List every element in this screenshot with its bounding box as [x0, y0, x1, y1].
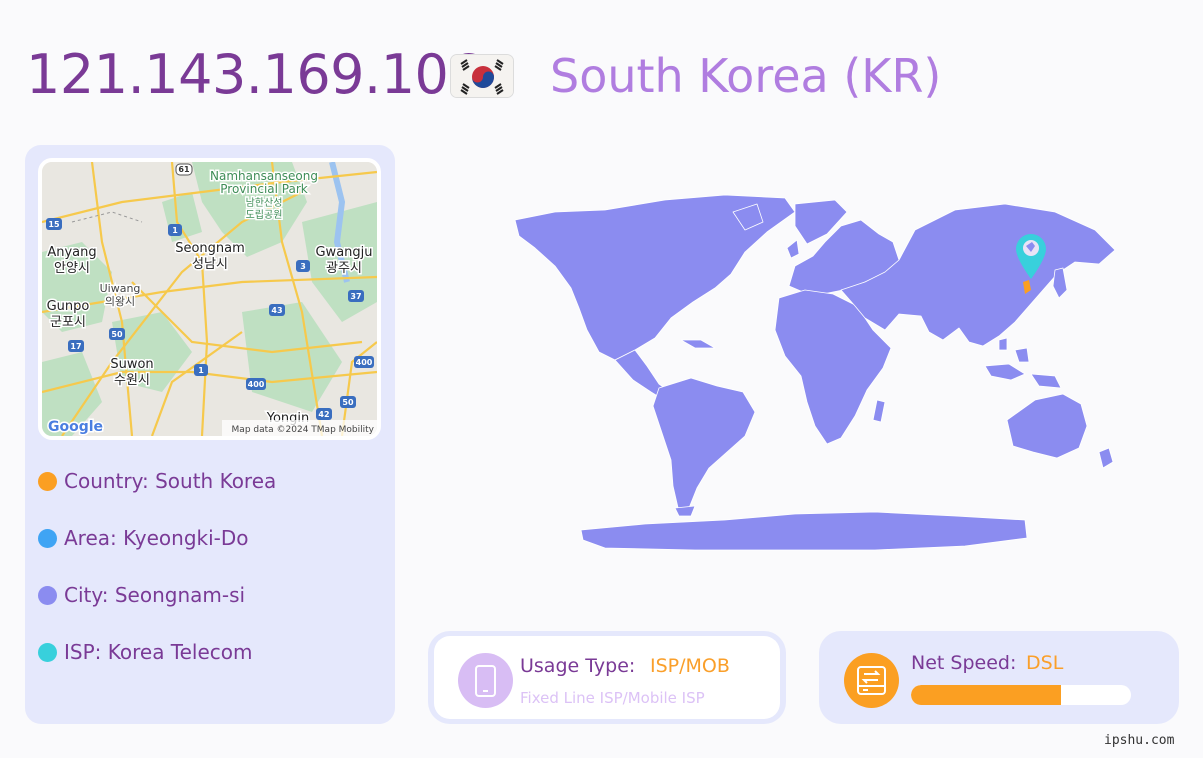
shield-400a: 400 [356, 358, 373, 367]
shield-50a: 50 [111, 330, 123, 339]
park-label-ko-2: 도립공원 [246, 208, 283, 221]
gwangju-label-ko: 광주시 [326, 261, 362, 276]
net-speed-value: DSL [1026, 652, 1064, 674]
location-minimap[interactable]: 61 15 1 3 37 43 50 17 1 400 400 50 42 Na… [38, 158, 381, 440]
shield-43: 43 [271, 306, 282, 315]
net-speed-bar [911, 685, 1131, 705]
country-text: Country: South Korea [64, 469, 277, 493]
usage-type-description: Fixed Line ISP/Mobile ISP [520, 689, 705, 707]
world-map [495, 190, 1145, 555]
map-attribution: Map data ©2024 TMap Mobility [232, 425, 375, 435]
park-label: Namhansanseong [210, 169, 318, 183]
uiwang-label: Uiwang [100, 282, 141, 295]
park-label-ko: 남한산성 [246, 197, 283, 209]
isp-dot-icon [38, 642, 57, 662]
uiwang-label-ko: 의왕시 [105, 295, 135, 308]
gwangju-label: Gwangju [315, 245, 372, 260]
net-speed-label: Net Speed: [911, 652, 1017, 674]
gunpo-label-ko: 군포시 [50, 315, 86, 330]
suwon-label: Suwon [110, 357, 153, 372]
park-label-2: Provincial Park [220, 182, 307, 196]
usage-type-card: Usage Type: ISP/MOB Fixed Line ISP/Mobil… [428, 631, 786, 724]
google-logo: Google [48, 419, 103, 435]
site-watermark: ipshu.com [1104, 733, 1175, 748]
suwon-label-ko: 수원시 [114, 373, 150, 388]
location-panel: 61 15 1 3 37 43 50 17 1 400 400 50 42 Na… [25, 145, 395, 724]
country-title: South Korea (KR) [550, 49, 942, 103]
city-dot-icon [38, 585, 57, 605]
shield-17: 17 [70, 342, 81, 351]
info-city: City: Seongnam-si [38, 582, 245, 608]
shield-1a: 1 [172, 226, 178, 235]
mobile-phone-icon [458, 653, 513, 708]
shield-50b: 50 [342, 398, 354, 407]
anyang-label: Anyang [47, 245, 96, 260]
area-dot-icon [38, 528, 57, 548]
seongnam-label: Seongnam [175, 241, 245, 256]
area-text: Area: Kyeongki-Do [64, 526, 249, 550]
shield-42: 42 [318, 410, 329, 419]
info-isp: ISP: Korea Telecom [38, 639, 253, 665]
network-drive-icon [844, 653, 899, 708]
shield-37: 37 [350, 292, 361, 301]
net-speed-card: Net Speed: DSL [819, 631, 1179, 724]
net-speed-bar-fill [911, 685, 1061, 705]
city-text: City: Seongnam-si [64, 583, 246, 607]
shield-400b: 400 [248, 380, 265, 389]
south-korea-flag-icon [450, 54, 514, 98]
shield-3: 3 [300, 262, 306, 271]
usage-type-value: ISP/MOB [650, 655, 730, 677]
usage-type-inner: Usage Type: ISP/MOB Fixed Line ISP/Mobil… [434, 636, 780, 719]
seongnam-label-ko: 성남시 [192, 257, 228, 272]
usage-type-label: Usage Type: [520, 655, 636, 677]
gunpo-label: Gunpo [47, 299, 90, 314]
shield-15: 15 [48, 220, 60, 229]
shield-1b: 1 [198, 366, 204, 375]
isp-text: ISP: Korea Telecom [64, 640, 253, 664]
info-country: Country: South Korea [38, 468, 276, 494]
shield-61: 61 [178, 165, 190, 174]
ip-address: 121.143.169.106 [26, 43, 483, 106]
info-area: Area: Kyeongki-Do [38, 525, 249, 551]
anyang-label-ko: 안양시 [54, 261, 90, 276]
country-dot-icon [38, 471, 57, 491]
